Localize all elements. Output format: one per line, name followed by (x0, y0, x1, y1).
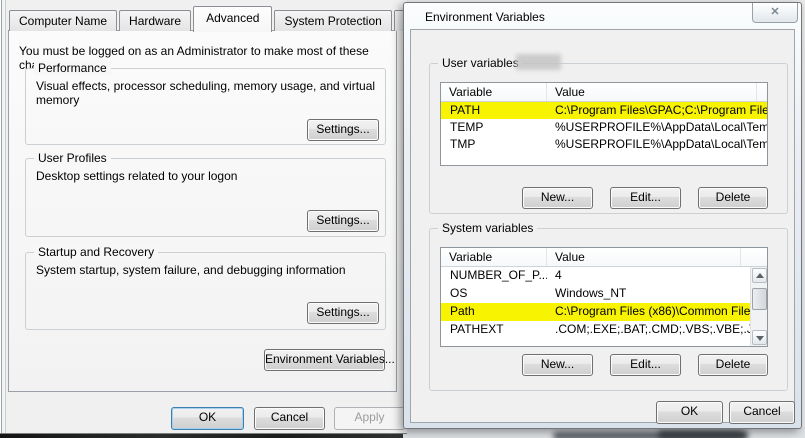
ok-button[interactable]: OK (656, 401, 723, 424)
dialog-title: Environment Variables (425, 10, 545, 24)
tab-computer-name[interactable]: Computer Name (9, 10, 117, 31)
group-startup-recovery-description: System startup, system failure, and debu… (36, 263, 376, 277)
scrollbar[interactable] (750, 267, 767, 346)
group-user-profiles-title: User Profiles (34, 151, 111, 165)
group-user-profiles-description: Desktop settings related to your logon (36, 169, 376, 183)
tab-strip: Computer Name Hardware Advanced System P… (9, 8, 458, 31)
user-profiles-settings-button[interactable]: Settings... (307, 210, 379, 232)
window-left-border (0, 0, 7, 433)
dialog-client-area: User variables Variable Value PATH C:\Pr… (410, 29, 795, 423)
cancel-button[interactable]: Cancel (729, 401, 795, 424)
column-header-variable[interactable]: Variable (441, 83, 547, 101)
column-header-variable[interactable]: Variable (441, 248, 547, 266)
column-header-value[interactable]: Value (547, 83, 757, 101)
user-variables-group: User variables Variable Value PATH C:\Pr… (429, 63, 788, 214)
column-header-value[interactable]: Value (547, 248, 741, 266)
startup-settings-button[interactable]: Settings... (307, 302, 379, 324)
user-edit-button[interactable]: Edit... (610, 187, 681, 209)
performance-settings-button[interactable]: Settings... (307, 119, 379, 141)
system-variables-group: System variables Variable Value NUMBER_O… (429, 228, 788, 391)
user-delete-button[interactable]: Delete (698, 187, 768, 209)
table-row-pathext[interactable]: PATHEXT .COM;.EXE;.BAT;.CMD;.VBS;.VBE;.J… (441, 321, 767, 339)
environment-variables-button[interactable]: Environment Variables... (264, 349, 385, 371)
group-startup-recovery: Startup and Recovery System startup, sys… (25, 252, 386, 330)
close-icon: ✕ (770, 6, 779, 18)
scroll-thumb[interactable] (752, 288, 767, 310)
group-performance-description: Visual effects, processor scheduling, me… (36, 79, 376, 107)
system-edit-button[interactable]: Edit... (610, 354, 681, 376)
system-variables-title: System variables (438, 221, 537, 235)
system-variables-table: Variable Value NUMBER_OF_P... 4 OS Windo… (440, 247, 768, 347)
background-blur (658, 431, 748, 438)
table-row-path[interactable]: Path C:\Program Files (x86)\Common Files… (441, 303, 767, 321)
scroll-down-button[interactable] (752, 330, 767, 345)
down-arrow-icon (756, 336, 764, 341)
table-header: Variable Value (441, 83, 767, 102)
redacted-username-blur (516, 54, 561, 70)
cancel-button[interactable]: Cancel (254, 407, 325, 430)
tab-hardware[interactable]: Hardware (119, 10, 191, 31)
system-new-button[interactable]: New... (522, 354, 593, 376)
group-performance: Performance Visual effects, processor sc… (25, 68, 386, 145)
group-startup-recovery-title: Startup and Recovery (34, 245, 158, 259)
close-button[interactable]: ✕ (752, 3, 798, 23)
table-row-os[interactable]: OS Windows_NT (441, 285, 767, 303)
ok-button[interactable]: OK (171, 407, 244, 430)
table-header: Variable Value (441, 248, 767, 267)
system-properties-dialog: Computer Name Hardware Advanced System P… (0, 0, 407, 434)
table-row-tmp[interactable]: TMP %USERPROFILE%\AppData\Local\Temp (441, 136, 767, 153)
group-performance-title: Performance (34, 61, 111, 75)
table-row-temp[interactable]: TEMP %USERPROFILE%\AppData\Local\Temp (441, 119, 767, 136)
user-variables-table: Variable Value PATH C:\Program Files\GPA… (440, 82, 768, 166)
up-arrow-icon (756, 273, 764, 278)
apply-button[interactable]: Apply (334, 407, 405, 430)
tab-system-protection[interactable]: System Protection (274, 10, 391, 31)
environment-variables-dialog: Environment Variables ✕ User variables V… (403, 2, 802, 429)
system-delete-button[interactable]: Delete (698, 354, 768, 376)
table-row-path[interactable]: PATH C:\Program Files\GPAC;C:\Program Fi… (441, 102, 767, 119)
user-variables-title: User variables (438, 56, 523, 70)
scroll-up-button[interactable] (752, 268, 767, 283)
advanced-tab-page: You must be logged on as an Administrato… (8, 30, 397, 392)
tab-advanced[interactable]: Advanced (193, 6, 272, 32)
group-user-profiles: User Profiles Desktop settings related t… (25, 158, 386, 237)
table-row-number-of-processors[interactable]: NUMBER_OF_P... 4 (441, 267, 767, 285)
user-new-button[interactable]: New... (522, 187, 593, 209)
